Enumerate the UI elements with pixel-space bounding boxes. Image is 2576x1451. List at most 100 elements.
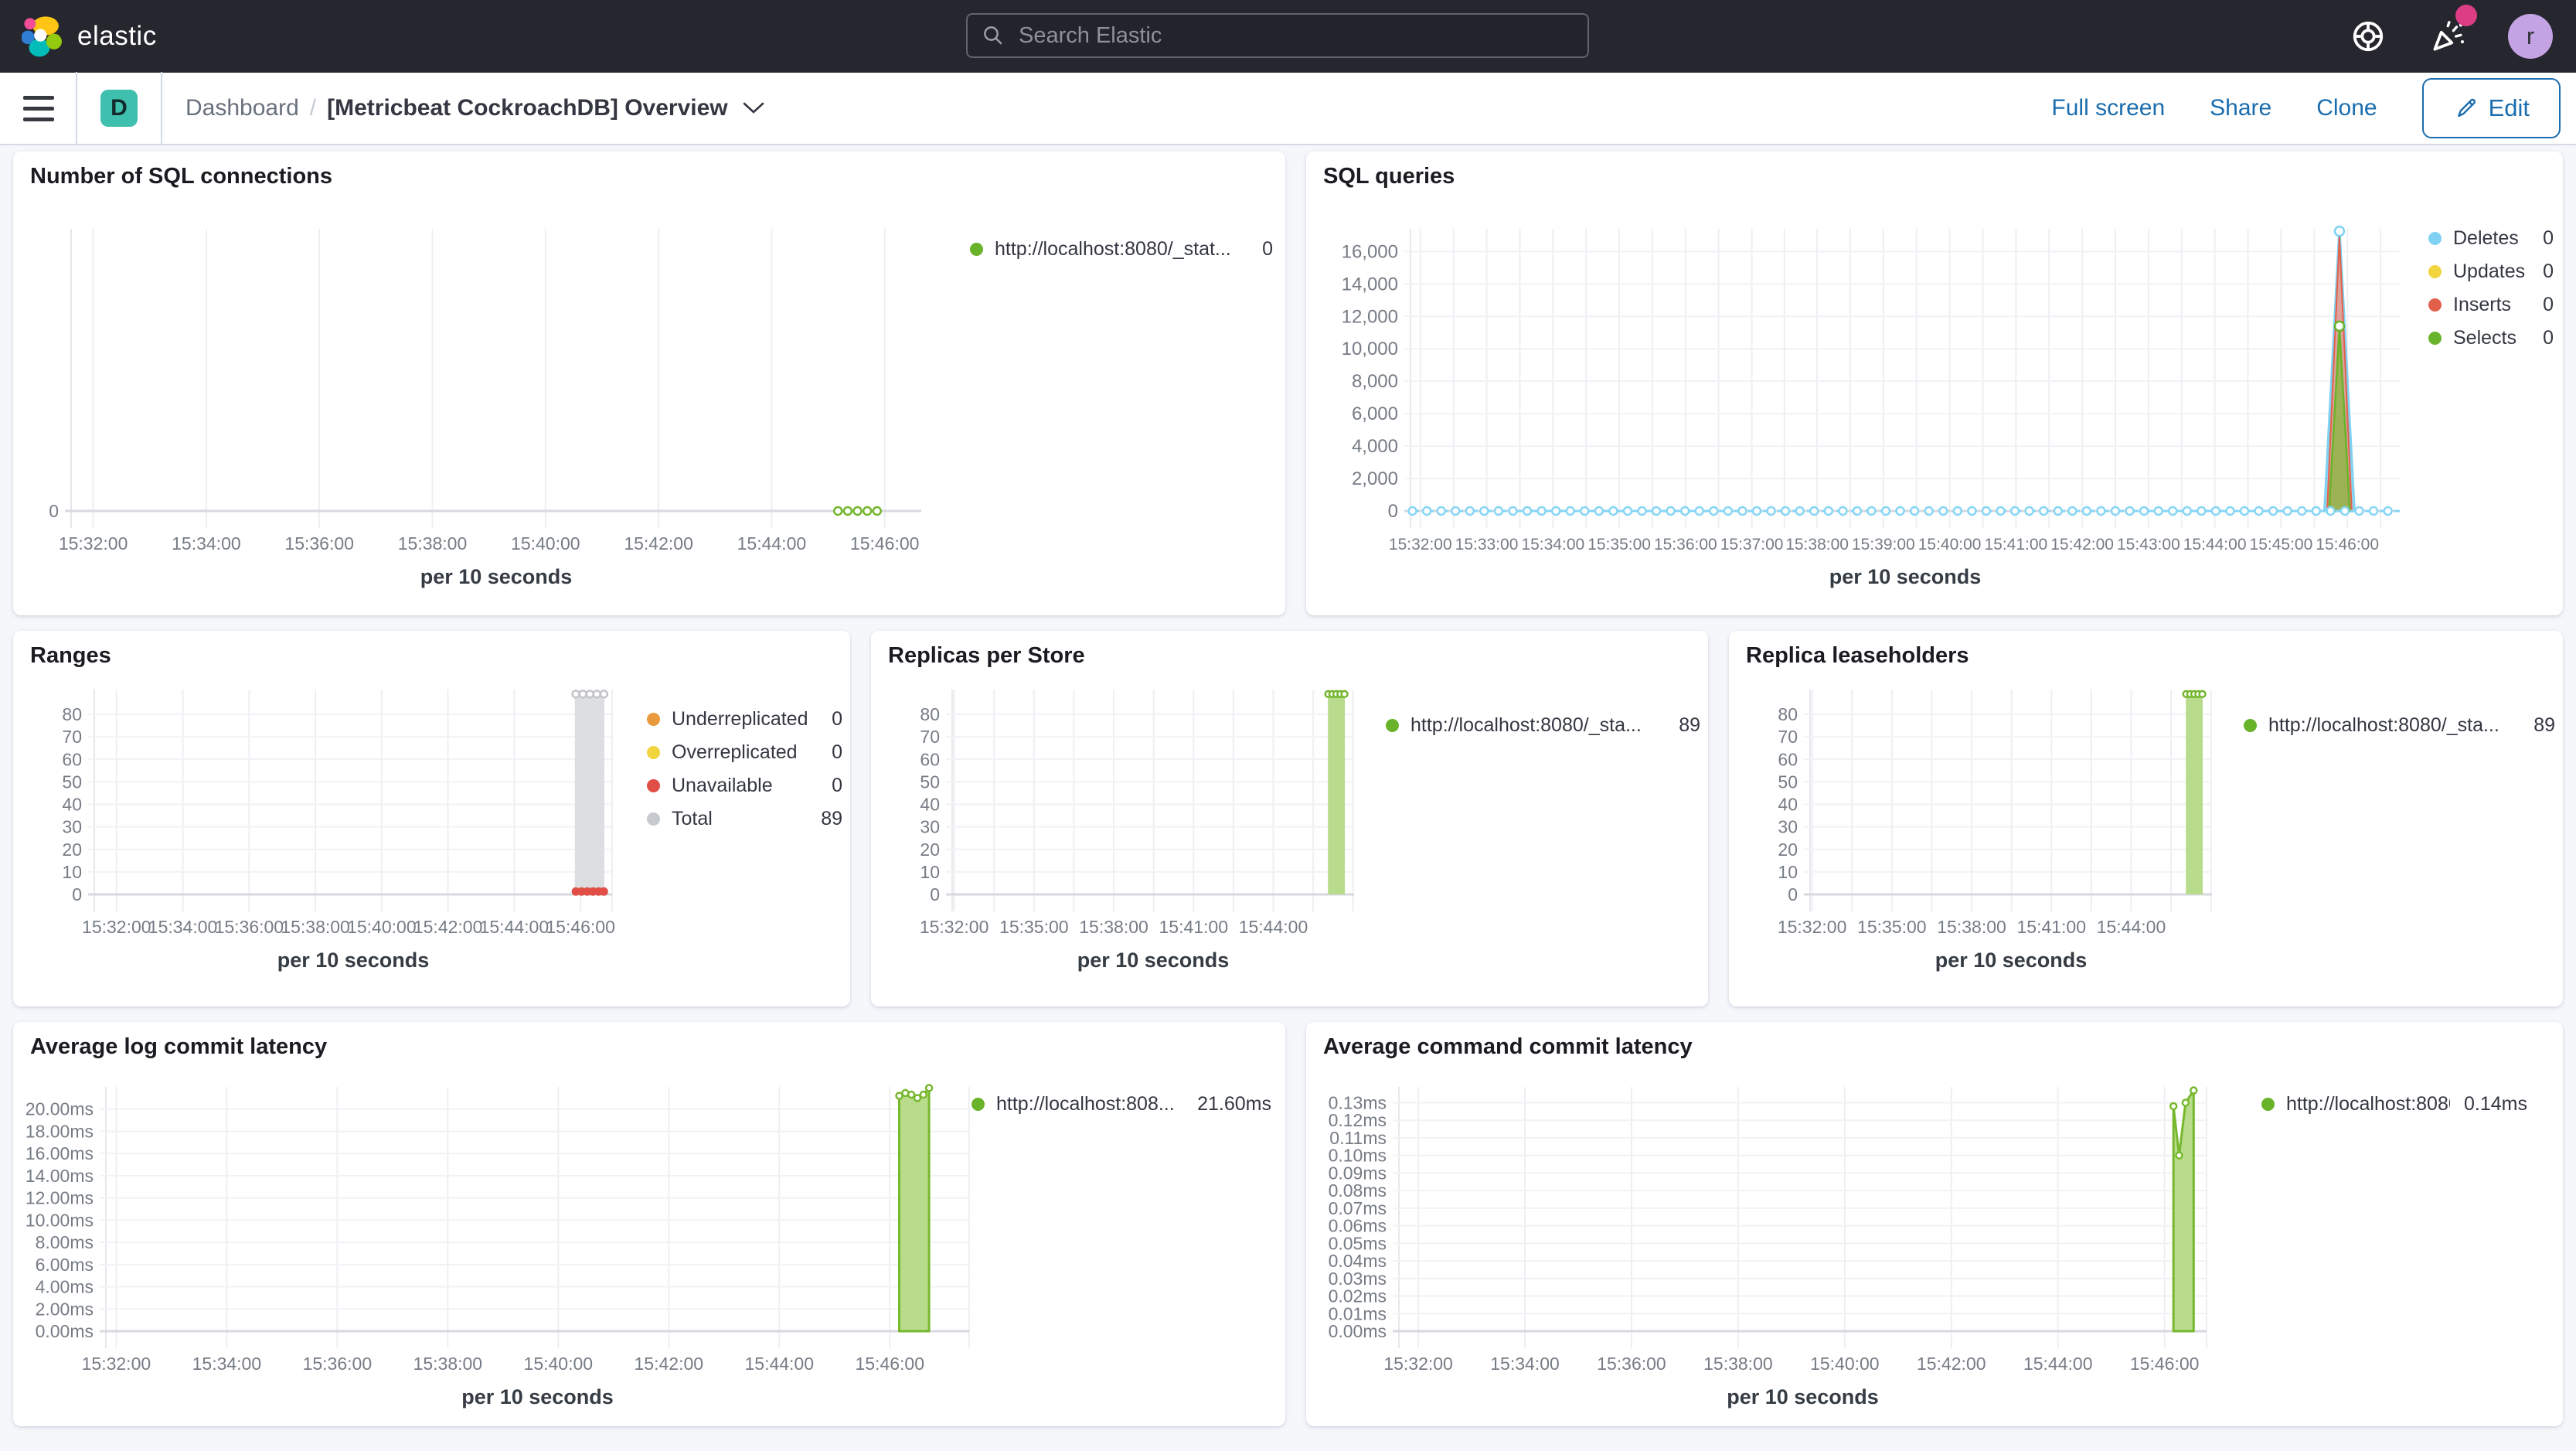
svg-text:15:40:00: 15:40:00 xyxy=(1918,536,1982,553)
chevron-down-icon xyxy=(743,102,764,114)
svg-text:6,000: 6,000 xyxy=(1352,404,1398,424)
svg-text:0: 0 xyxy=(1788,884,1798,904)
svg-text:15:38:00: 15:38:00 xyxy=(281,917,350,937)
svg-text:15:34:00: 15:34:00 xyxy=(1521,536,1584,553)
panel-average-command-commit-latency: Average command commit latency 0.00ms 0.0… xyxy=(1306,1022,2563,1426)
svg-text:0: 0 xyxy=(1388,501,1398,522)
panel-replicas-per-store: Replicas per Store 0 10 20 30 40 50 60 70 80 15:3… xyxy=(871,631,1708,1007)
svg-text:15:32:00: 15:32:00 xyxy=(59,533,128,553)
legend-item[interactable]: Deletes 0 xyxy=(2428,227,2554,250)
legend-item[interactable]: http://localhost:8080/_sta... 89 xyxy=(2244,714,2555,737)
svg-text:10: 10 xyxy=(62,862,82,882)
panel-title[interactable]: Average command commit latency xyxy=(1323,1034,1693,1060)
legend-item[interactable]: Overreplicated 0 xyxy=(647,741,842,764)
svg-text:20: 20 xyxy=(1778,840,1798,860)
panel-title[interactable]: Number of SQL connections xyxy=(30,164,332,189)
svg-text:0: 0 xyxy=(72,884,82,904)
svg-text:15:33:00: 15:33:00 xyxy=(1455,536,1519,553)
search-input[interactable] xyxy=(1017,22,1574,49)
chart-ranges[interactable]: 0 10 20 30 40 50 60 70 80 15:32:00 15:34:00 15:36:0… xyxy=(13,674,624,987)
svg-text:15:44:00: 15:44:00 xyxy=(744,1354,814,1374)
svg-text:10: 10 xyxy=(1778,862,1798,882)
menu-button[interactable] xyxy=(23,95,54,121)
svg-text:15:46:00: 15:46:00 xyxy=(546,917,615,937)
legend-item[interactable]: Underreplicated 0 xyxy=(647,708,842,731)
svg-text:15:34:00: 15:34:00 xyxy=(148,917,218,937)
panel-title[interactable]: Replica leaseholders xyxy=(1746,643,1969,669)
legend-item[interactable]: http://localhost:8080/_sta... 89 xyxy=(1386,714,1700,737)
svg-text:40: 40 xyxy=(1778,795,1798,815)
help-icon xyxy=(2353,21,2384,52)
svg-text:per 10 seconds: per 10 seconds xyxy=(1727,1385,1879,1408)
svg-text:14.00ms: 14.00ms xyxy=(26,1166,94,1186)
svg-text:15:38:00: 15:38:00 xyxy=(398,533,468,553)
svg-text:15:44:00: 15:44:00 xyxy=(1239,917,1308,937)
global-search[interactable] xyxy=(966,13,1589,58)
panel-title[interactable]: Average log commit latency xyxy=(30,1034,327,1060)
chart-replicas-per-store[interactable]: 0 10 20 30 40 50 60 70 80 15:32:00 15:35:00 15:38:0… xyxy=(871,674,1412,987)
legend-label: Unavailable xyxy=(672,775,773,796)
breadcrumb-dashboard[interactable]: Dashboard xyxy=(185,95,299,121)
legend-item[interactable]: Updates 0 xyxy=(2428,261,2554,283)
avatar[interactable]: r xyxy=(2508,14,2553,59)
legend-value: 0 xyxy=(2543,227,2554,249)
legend-item[interactable]: http://localhost:8080... 0.14ms xyxy=(2261,1093,2527,1115)
panel-title[interactable]: Replicas per Store xyxy=(888,643,1085,669)
panel-title[interactable]: Ranges xyxy=(30,643,111,669)
legend-label: http://localhost:8080/_sta... xyxy=(2268,714,2499,736)
svg-text:60: 60 xyxy=(920,749,940,769)
elastic-brand[interactable]: elastic xyxy=(22,0,157,73)
svg-text:15:43:00: 15:43:00 xyxy=(2117,536,2180,553)
chart-average-command-commit-latency[interactable]: 0.00ms 0.01ms 0.02ms 0.03ms 0.04ms 0.05ms 0.06… xyxy=(1306,1073,2226,1417)
full-screen-button[interactable]: Full screen xyxy=(2051,95,2165,121)
svg-text:0.00ms: 0.00ms xyxy=(1329,1321,1387,1341)
svg-text:0.12ms: 0.12ms xyxy=(1329,1110,1387,1130)
legend-item[interactable]: http://localhost:808... 21.60ms xyxy=(972,1093,1271,1115)
chart-replica-leaseholders[interactable]: 0 10 20 30 40 50 60 70 80 15:32:00 15:35:00 15:38:0… xyxy=(1729,674,2270,987)
svg-text:4,000: 4,000 xyxy=(1352,436,1398,457)
chart-sql-queries[interactable]: 0 2,000 4,000 6,000 8,000 10,000 12,000 14,000 1… xyxy=(1306,213,2419,611)
legend-swatch xyxy=(2428,232,2442,245)
svg-text:15:42:00: 15:42:00 xyxy=(1917,1354,1986,1374)
svg-text:15:39:00: 15:39:00 xyxy=(1852,536,1915,553)
legend-value: 0 xyxy=(2543,327,2554,349)
legend-item[interactable]: Total 89 xyxy=(647,808,842,830)
svg-text:50: 50 xyxy=(920,771,940,792)
legend-swatch xyxy=(647,779,660,792)
svg-text:15:38:00: 15:38:00 xyxy=(1703,1354,1773,1374)
svg-text:80: 80 xyxy=(920,704,940,724)
chart-legend: Deletes 0 Updates 0 Inserts 0 Selects 0 xyxy=(2428,227,2554,360)
panel-sql-queries: SQL queries 0 2,000 4,000 6,000 8,000 10,000 1… xyxy=(1306,152,2563,615)
svg-text:15:36:00: 15:36:00 xyxy=(1597,1354,1666,1374)
legend-item[interactable]: Inserts 0 xyxy=(2428,294,2554,316)
svg-text:14,000: 14,000 xyxy=(1342,274,1398,295)
svg-text:12,000: 12,000 xyxy=(1342,306,1398,327)
edit-button[interactable]: Edit xyxy=(2421,78,2561,138)
legend-swatch xyxy=(2428,298,2442,312)
svg-text:15:32:00: 15:32:00 xyxy=(1383,1354,1453,1374)
svg-text:0.09ms: 0.09ms xyxy=(1329,1163,1387,1183)
svg-text:15:36:00: 15:36:00 xyxy=(215,917,284,937)
legend-item[interactable]: Unavailable 0 xyxy=(647,775,842,797)
svg-text:20: 20 xyxy=(920,840,940,860)
svg-text:15:38:00: 15:38:00 xyxy=(413,1354,483,1374)
pencil-icon xyxy=(2457,98,2476,118)
title-menu-button[interactable] xyxy=(742,101,765,115)
legend-swatch xyxy=(2261,1098,2275,1111)
clone-button[interactable]: Clone xyxy=(2316,95,2377,121)
svg-text:6.00ms: 6.00ms xyxy=(36,1255,94,1275)
svg-text:70: 70 xyxy=(1778,727,1798,747)
legend-item[interactable]: Selects 0 xyxy=(2428,327,2554,349)
panel-title[interactable]: SQL queries xyxy=(1323,164,1455,189)
svg-text:per 10 seconds: per 10 seconds xyxy=(1935,949,2088,972)
chart-number-of-sql-connections[interactable]: 0 15:32:00 15:34:00 15:36:00 15:38:00 15:40:0… xyxy=(13,213,933,611)
svg-text:15:42:00: 15:42:00 xyxy=(635,1354,704,1374)
legend-item[interactable]: http://localhost:8080/_stat... 0 xyxy=(970,238,1273,261)
svg-text:0: 0 xyxy=(49,501,59,521)
svg-text:per 10 seconds: per 10 seconds xyxy=(420,565,573,588)
svg-text:15:46:00: 15:46:00 xyxy=(2130,1354,2200,1374)
help-button[interactable] xyxy=(2350,19,2386,54)
whats-new-button[interactable] xyxy=(2428,5,2477,56)
share-button[interactable]: Share xyxy=(2210,95,2271,121)
chart-average-log-commit-latency[interactable]: 0.00ms 2.00ms 4.00ms 6.00ms 8.00ms 10.00ms 12.… xyxy=(13,1073,981,1417)
